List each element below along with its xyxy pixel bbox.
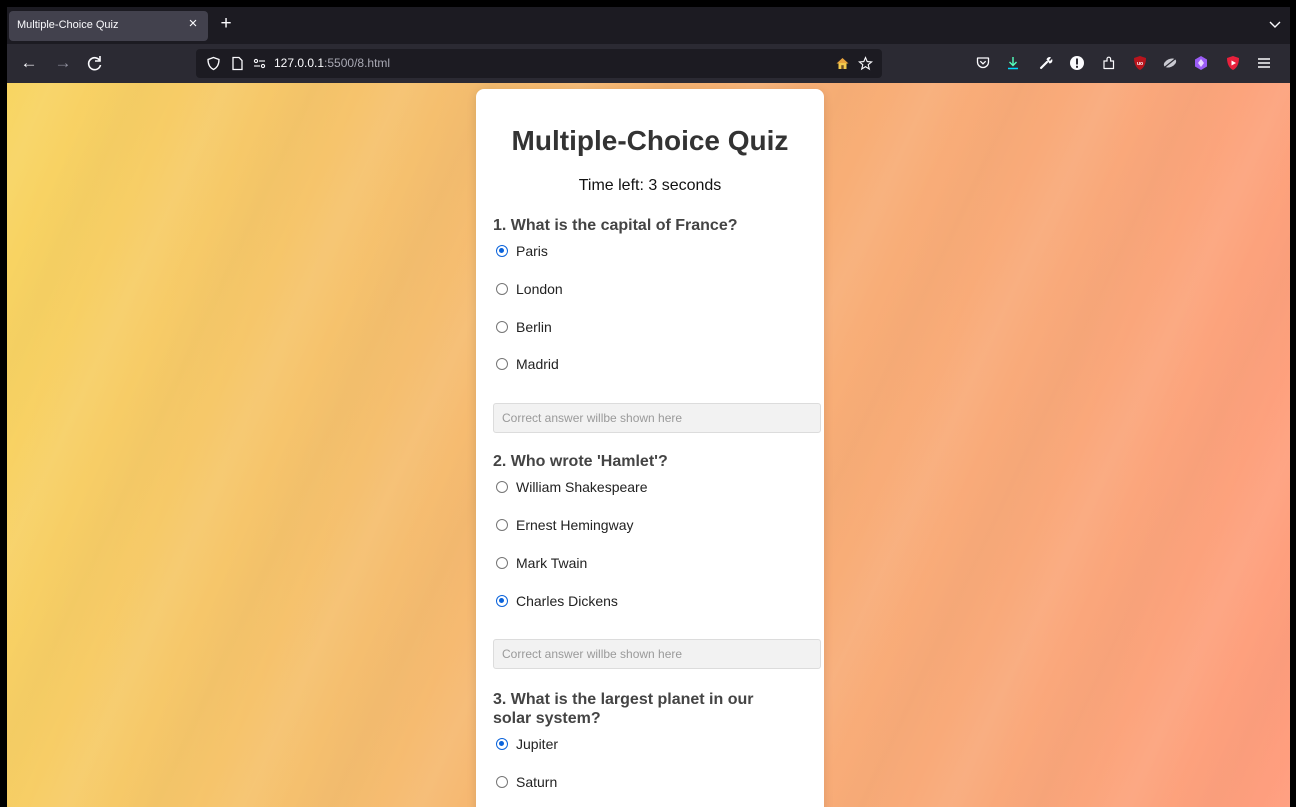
svg-text:uo: uo: [1137, 61, 1143, 67]
radio-button[interactable]: [496, 776, 508, 788]
pocket-icon[interactable]: [975, 55, 991, 71]
question-3: 3. What is the largest planet in our sol…: [493, 691, 754, 727]
answer-field-1[interactable]: [493, 403, 821, 433]
radio-button[interactable]: [496, 519, 508, 531]
url-path: :5500/8.html: [324, 56, 391, 70]
option-label: London: [516, 281, 563, 297]
radio-button[interactable]: [496, 358, 508, 370]
url-host: 127.0.0.1: [274, 56, 325, 70]
option-label: Paris: [516, 243, 548, 259]
timer-text: Time left: 3 seconds: [578, 177, 722, 194]
quiz-title: Multiple-Choice Quiz: [511, 125, 789, 156]
back-button[interactable]: ←: [19, 53, 39, 73]
browser-window: Multiple-Choice Quiz × + ← → 127.0.0.1:5…: [7, 7, 1290, 807]
radio-button[interactable]: [496, 321, 508, 333]
question-2: 2. Who wrote 'Hamlet'?: [493, 453, 668, 470]
option-label: Saturn: [516, 774, 558, 790]
tab-close-icon[interactable]: ×: [186, 16, 200, 32]
radio-button[interactable]: [496, 557, 508, 569]
radio-button[interactable]: [496, 481, 508, 493]
extensions-icon[interactable]: [1101, 55, 1117, 71]
url-bar[interactable]: 127.0.0.1:5500/8.html: [196, 49, 882, 78]
nav-bar: ← → 127.0.0.1:5500/8.html uo: [7, 44, 1290, 83]
radio-button[interactable]: [496, 245, 508, 257]
option-label: Ernest Hemingway: [516, 517, 634, 533]
ext-icon[interactable]: [1162, 55, 1178, 71]
tab-strip: Multiple-Choice Quiz × +: [7, 7, 1290, 44]
tab-title: Multiple-Choice Quiz: [17, 19, 119, 31]
chevron-down-icon[interactable]: [1268, 17, 1282, 31]
ublock-icon[interactable]: uo: [1132, 55, 1148, 71]
radio-button[interactable]: [496, 595, 508, 607]
quiz-card: Multiple-Choice Quiz Time left: 3 second…: [476, 89, 824, 807]
forward-button[interactable]: →: [53, 53, 73, 73]
option-label: Mark Twain: [516, 555, 588, 571]
tab-quiz[interactable]: Multiple-Choice Quiz ×: [9, 11, 208, 41]
option-label: Madrid: [516, 356, 559, 372]
page-icon[interactable]: [230, 56, 245, 71]
page-viewport[interactable]: Multiple-Choice Quiz Time left: 3 second…: [7, 83, 1290, 807]
reload-icon[interactable]: [85, 53, 105, 73]
radio-button[interactable]: [496, 738, 508, 750]
radio-button[interactable]: [496, 283, 508, 295]
new-tab-button[interactable]: +: [217, 14, 235, 33]
ext-purple-icon[interactable]: [1193, 55, 1209, 71]
question-1: 1. What is the capital of France?: [493, 217, 738, 234]
home-icon[interactable]: [835, 56, 850, 71]
url-text[interactable]: 127.0.0.1:5500/8.html: [274, 56, 390, 70]
option-label: Jupiter: [516, 736, 559, 752]
option-label: William Shakespeare: [516, 479, 648, 495]
option-label: Charles Dickens: [516, 593, 618, 609]
ext-red-icon[interactable]: [1225, 55, 1241, 71]
answer-field-2[interactable]: [493, 639, 821, 669]
option-label: Berlin: [516, 319, 552, 335]
bookmark-star-icon[interactable]: [858, 56, 873, 71]
menu-icon[interactable]: [1256, 55, 1272, 71]
permissions-icon[interactable]: [252, 56, 267, 71]
download-icon[interactable]: [1005, 55, 1021, 71]
info-icon[interactable]: [1069, 55, 1085, 71]
shield-icon[interactable]: [206, 56, 221, 71]
wrench-icon[interactable]: [1038, 55, 1054, 71]
